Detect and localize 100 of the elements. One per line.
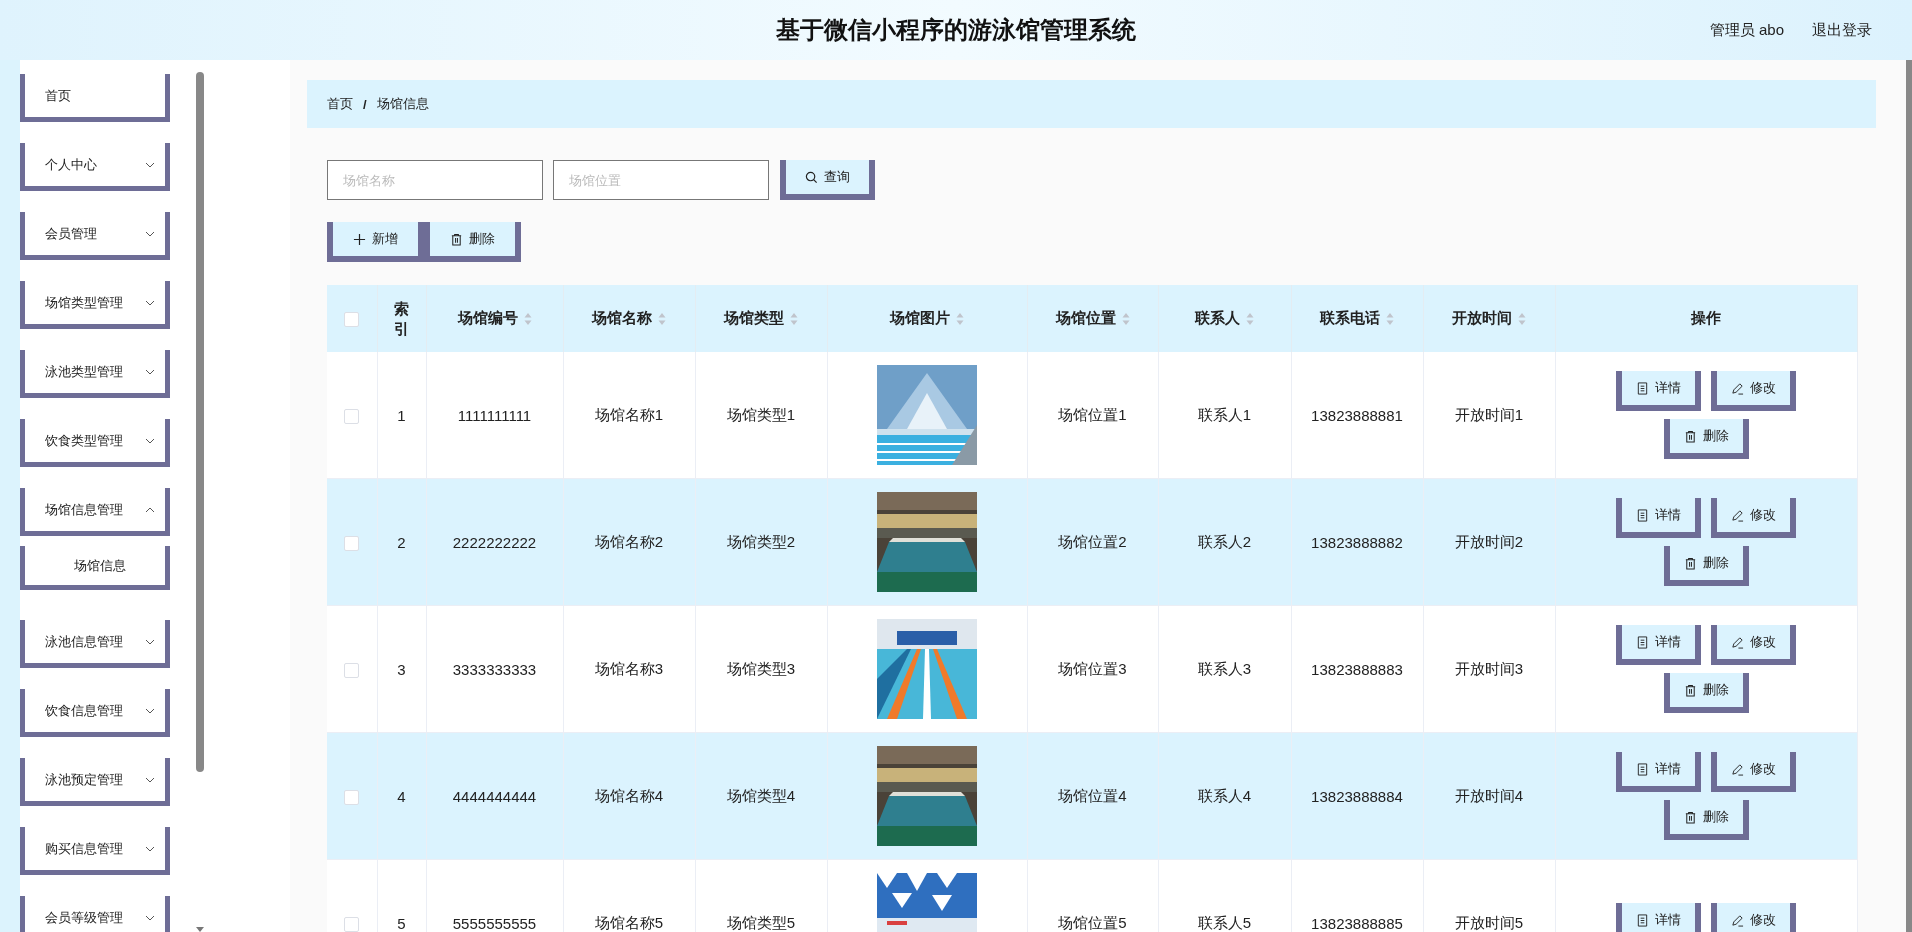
menu-item[interactable]: 泳池预定管理 bbox=[20, 758, 170, 806]
sort-icon[interactable] bbox=[1246, 311, 1254, 326]
table-cell: 场馆类型3 bbox=[695, 605, 827, 733]
checkbox[interactable] bbox=[344, 789, 360, 805]
table-cell: 2 bbox=[377, 478, 426, 606]
chevron-icon bbox=[145, 638, 155, 645]
document-icon bbox=[1636, 635, 1649, 649]
menu-item[interactable]: 场馆信息管理 bbox=[20, 488, 170, 536]
column-header: 开放时间 bbox=[1452, 309, 1512, 328]
table-cell: 3333333333 bbox=[426, 605, 563, 733]
logout-link[interactable]: 退出登录 bbox=[1812, 20, 1872, 40]
trash-icon bbox=[1683, 683, 1697, 697]
document-icon bbox=[1636, 381, 1649, 395]
table-cell: 场馆类型2 bbox=[695, 478, 827, 606]
table-cell: 4444444444 bbox=[426, 732, 563, 860]
chevron-icon bbox=[145, 707, 155, 714]
table-cell: 场馆位置2 bbox=[1027, 478, 1158, 606]
table-cell: 4 bbox=[377, 732, 426, 860]
search-field[interactable]: 场馆名称 bbox=[327, 160, 543, 200]
table-cell: 场馆位置1 bbox=[1027, 352, 1158, 479]
edit-button[interactable]: 修改 bbox=[1711, 752, 1796, 792]
table-cell: 13823888883 bbox=[1291, 605, 1423, 733]
table-cell: 13823888882 bbox=[1291, 478, 1423, 606]
edit-button[interactable]: 修改 bbox=[1711, 371, 1796, 411]
sort-icon[interactable] bbox=[790, 311, 798, 326]
delete-button[interactable]: 删除 bbox=[1663, 673, 1749, 713]
chevron-icon bbox=[145, 914, 155, 921]
app-title: 基于微信小程序的游泳馆管理系统 bbox=[776, 15, 1136, 45]
detail-button[interactable]: 详情 bbox=[1616, 752, 1701, 792]
menu-item[interactable]: 饮食类型管理 bbox=[20, 419, 170, 467]
sort-icon[interactable] bbox=[1518, 311, 1526, 326]
column-header: 场馆图片 bbox=[890, 309, 950, 328]
checkbox[interactable] bbox=[344, 662, 360, 678]
search-button[interactable]: 查询 bbox=[780, 160, 875, 200]
table-cell: 13823888881 bbox=[1291, 352, 1423, 479]
menu-item[interactable]: 泳池类型管理 bbox=[20, 350, 170, 398]
column-header: 联系人 bbox=[1195, 309, 1240, 328]
table-cell: 5555555555 bbox=[426, 859, 563, 932]
menu-item[interactable]: 会员等级管理 bbox=[20, 896, 170, 932]
sort-icon[interactable] bbox=[523, 311, 532, 326]
scrollbar[interactable] bbox=[1906, 60, 1912, 932]
detail-button[interactable]: 详情 bbox=[1616, 625, 1701, 665]
submenu-item[interactable]: 场馆信息 bbox=[20, 546, 170, 590]
delete-button[interactable]: 删除 bbox=[1663, 546, 1749, 586]
sort-icon[interactable] bbox=[658, 311, 666, 326]
delete-button[interactable]: 删除 bbox=[424, 222, 521, 262]
document-icon bbox=[1636, 762, 1649, 776]
document-icon bbox=[1636, 913, 1649, 927]
table-cell: 开放时间3 bbox=[1423, 605, 1555, 733]
detail-button[interactable]: 详情 bbox=[1616, 903, 1701, 932]
detail-button[interactable]: 详情 bbox=[1616, 371, 1701, 411]
menu-item[interactable]: 个人中心 bbox=[20, 143, 170, 191]
table-cell: 2222222222 bbox=[426, 478, 563, 606]
column-header: 场馆类型 bbox=[724, 309, 784, 328]
table-cell: 1 bbox=[377, 352, 426, 479]
table-cell: 场馆名称3 bbox=[563, 605, 695, 733]
edit-button[interactable]: 修改 bbox=[1711, 903, 1796, 932]
scroll-down-icon[interactable] bbox=[196, 927, 204, 932]
trash-icon bbox=[450, 232, 463, 246]
table-cell: 场馆名称1 bbox=[563, 352, 695, 479]
scrollbar[interactable] bbox=[196, 72, 204, 772]
chevron-icon bbox=[145, 299, 155, 306]
table-cell: 联系人2 bbox=[1158, 478, 1291, 606]
menu-item[interactable]: 泳池信息管理 bbox=[20, 620, 170, 668]
table-cell: 13823888884 bbox=[1291, 732, 1423, 860]
sort-icon[interactable] bbox=[1121, 311, 1130, 326]
chevron-icon bbox=[145, 230, 155, 237]
menu-item[interactable]: 场馆类型管理 bbox=[20, 281, 170, 329]
breadcrumb-link[interactable]: 场馆信息 bbox=[376, 95, 429, 113]
add-button[interactable]: 新增 bbox=[327, 222, 424, 262]
delete-button[interactable]: 删除 bbox=[1663, 419, 1749, 459]
checkbox[interactable] bbox=[344, 535, 360, 551]
table-cell: 13823888885 bbox=[1291, 859, 1423, 932]
checkbox[interactable] bbox=[344, 312, 360, 328]
breadcrumb-link[interactable]: 首页 bbox=[327, 95, 353, 113]
pencil-icon bbox=[1731, 635, 1744, 649]
checkbox[interactable] bbox=[344, 408, 360, 424]
table-cell: 5 bbox=[377, 859, 426, 932]
menu-item[interactable]: 饮食信息管理 bbox=[20, 689, 170, 737]
table-cell: 联系人1 bbox=[1158, 352, 1291, 479]
menu-item[interactable]: 购买信息管理 bbox=[20, 827, 170, 875]
menu-item[interactable]: 首页 bbox=[20, 74, 170, 122]
pencil-icon bbox=[1731, 381, 1744, 395]
edit-button[interactable]: 修改 bbox=[1711, 498, 1796, 538]
delete-button[interactable]: 删除 bbox=[1663, 800, 1749, 840]
sort-icon[interactable] bbox=[956, 311, 964, 326]
edit-button[interactable]: 修改 bbox=[1711, 625, 1796, 665]
search-field[interactable]: 场馆位置 bbox=[553, 160, 769, 200]
pencil-icon bbox=[1731, 762, 1744, 776]
sort-icon[interactable] bbox=[1386, 311, 1394, 326]
pencil-icon bbox=[1731, 508, 1744, 522]
table-cell: 开放时间2 bbox=[1423, 478, 1555, 606]
table-cell: 场馆位置3 bbox=[1027, 605, 1158, 733]
detail-button[interactable]: 详情 bbox=[1616, 498, 1701, 538]
column-header: 场馆位置 bbox=[1055, 309, 1116, 328]
chevron-icon bbox=[145, 437, 155, 444]
table-cell: 场馆类型1 bbox=[695, 352, 827, 479]
trash-icon bbox=[1683, 810, 1697, 824]
menu-item[interactable]: 会员管理 bbox=[20, 212, 170, 260]
checkbox[interactable] bbox=[344, 916, 360, 932]
